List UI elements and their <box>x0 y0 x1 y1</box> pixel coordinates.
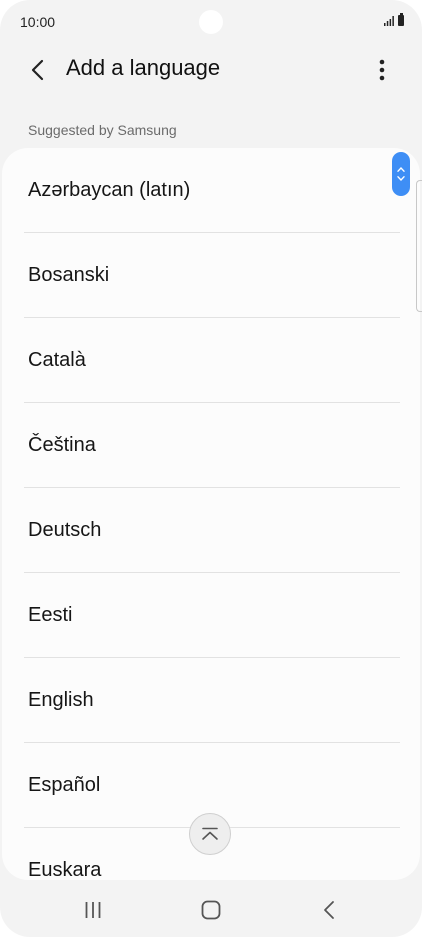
camera-cutout <box>199 10 223 34</box>
back-icon <box>324 901 334 919</box>
battery-icon <box>398 13 404 26</box>
language-label: Bosanski <box>28 264 110 286</box>
language-label: Català <box>28 349 86 371</box>
section-header: Suggested by Samsung <box>28 122 177 138</box>
list-item[interactable]: Čeština <box>24 403 400 488</box>
recents-icon <box>85 902 101 918</box>
language-label: Deutsch <box>28 519 102 541</box>
phone-screen: 10:00 Add a language Suggested by Samsun… <box>0 0 422 937</box>
more-options-button[interactable] <box>364 52 400 88</box>
list-item[interactable]: Azərbaycan (latın) <box>24 148 400 233</box>
language-list: Azərbaycan (latın) Bosanski Català Češti… <box>2 148 420 880</box>
nav-back-button[interactable] <box>309 890 349 930</box>
chevron-left-icon <box>31 59 44 81</box>
language-label: Español <box>28 774 101 796</box>
status-icons <box>384 13 404 26</box>
home-icon <box>201 900 221 920</box>
list-item[interactable]: Català <box>24 318 400 403</box>
page-title: Add a language <box>66 55 221 80</box>
app-bar: Add a language <box>0 44 422 94</box>
chevron-down-icon <box>397 176 405 181</box>
status-time: 10:00 <box>20 14 56 30</box>
signal-icon <box>384 16 394 26</box>
scrollbar[interactable] <box>416 180 422 312</box>
chevron-up-icon <box>202 827 218 840</box>
language-label: English <box>28 689 94 711</box>
home-button[interactable] <box>191 890 231 930</box>
language-label: Azərbaycan (latın) <box>28 179 191 201</box>
language-label: Euskara <box>28 859 102 880</box>
back-button[interactable] <box>20 52 56 88</box>
list-item[interactable]: Deutsch <box>24 488 400 573</box>
chevron-up-icon <box>397 167 405 172</box>
status-bar: 10:00 <box>0 0 422 44</box>
scroll-to-top-button[interactable] <box>189 813 231 855</box>
language-label: Čeština <box>28 434 96 456</box>
recents-button[interactable] <box>73 890 113 930</box>
more-vertical-icon <box>379 59 385 81</box>
fast-scroll-handle[interactable] <box>392 152 410 196</box>
language-label: Eesti <box>28 604 73 626</box>
list-item[interactable]: English <box>24 658 400 743</box>
navigation-bar <box>0 880 422 937</box>
list-item[interactable]: Eesti <box>24 573 400 658</box>
list-item[interactable]: Bosanski <box>24 233 400 318</box>
